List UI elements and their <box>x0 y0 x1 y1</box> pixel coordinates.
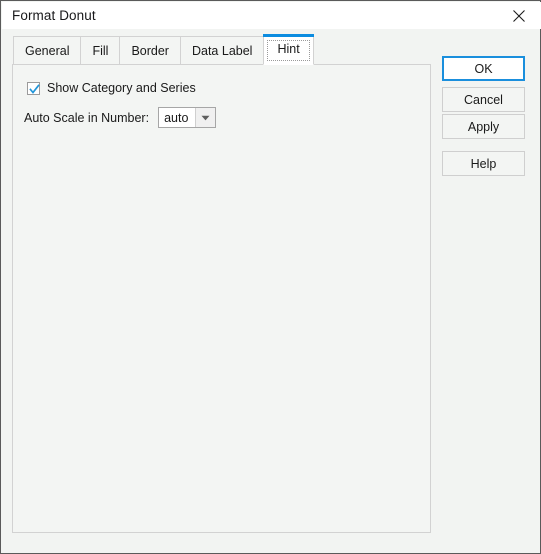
show-category-and-series-checkbox[interactable] <box>27 81 40 95</box>
cancel-button[interactable]: Cancel <box>442 87 525 112</box>
tab-fill-label: Fill <box>92 43 109 58</box>
tab-data-label[interactable]: Data Label <box>179 36 265 65</box>
show-category-and-series-label: Show Category and Series <box>47 81 196 95</box>
title-bar: Format Donut <box>2 2 541 29</box>
tab-general-label: General <box>25 43 70 58</box>
auto-scale-in-number-select[interactable]: auto <box>158 107 217 128</box>
apply-button-label: Apply <box>467 119 500 134</box>
show-category-and-series-checkbox-row[interactable]: Show Category and Series <box>27 81 196 95</box>
auto-scale-in-number-value: auto <box>164 110 189 125</box>
apply-button[interactable]: Apply <box>442 114 525 139</box>
tab-data-label-label: Data Label <box>191 43 253 58</box>
dialog-title: Format Donut <box>12 8 96 23</box>
tab-border[interactable]: Border <box>119 36 181 65</box>
auto-scale-in-number-label: Auto Scale in Number: <box>24 110 150 125</box>
tab-hint-label: Hint <box>277 42 300 56</box>
help-button-label: Help <box>470 156 497 171</box>
cancel-button-label: Cancel <box>464 92 503 107</box>
help-button[interactable]: Help <box>442 151 525 176</box>
ok-button-label: OK <box>474 61 493 76</box>
tab-general[interactable]: General <box>13 36 82 65</box>
tab-border-label: Border <box>131 43 169 58</box>
tab-fill[interactable]: Fill <box>80 36 121 65</box>
tab-strip: General Fill Border Data Label Hint <box>13 34 314 65</box>
chevron-down-icon[interactable] <box>195 108 216 127</box>
tab-hint[interactable]: Hint <box>263 34 314 65</box>
ok-button[interactable]: OK <box>442 56 525 81</box>
tab-content-panel: Show Category and Series Auto Scale in N… <box>12 64 431 533</box>
close-icon[interactable] <box>497 2 541 29</box>
auto-scale-in-number-row: Auto Scale in Number: auto <box>24 107 217 128</box>
format-donut-dialog: Format Donut General Fill Border Data La… <box>0 0 541 554</box>
check-icon <box>29 83 40 94</box>
